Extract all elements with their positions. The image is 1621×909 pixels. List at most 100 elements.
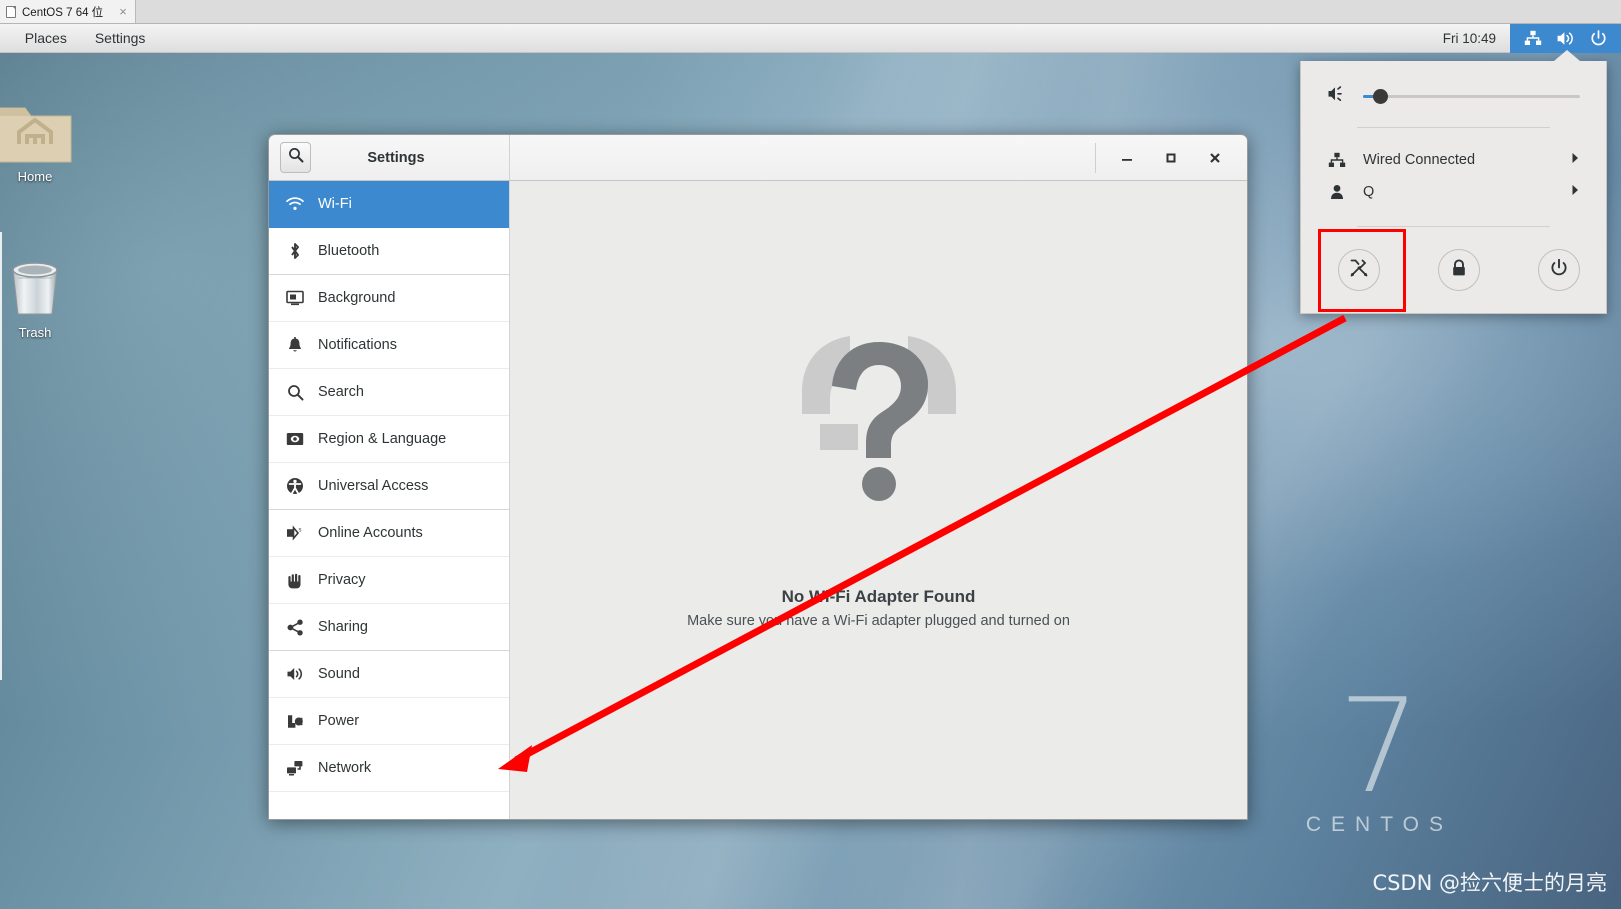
sidebar-item-label: Privacy — [318, 572, 366, 588]
activities-button[interactable]: ns — [0, 24, 11, 53]
menu-item-wired-connected[interactable]: Wired Connected — [1327, 144, 1580, 176]
svg-text:s: s — [299, 528, 302, 534]
chevron-right-icon[interactable] — [1571, 152, 1580, 168]
settings-body: Wi-Fi Bluetooth Background Notifications… — [269, 181, 1247, 819]
settings-titlebar[interactable]: Settings — [269, 135, 1247, 181]
user-icon — [1327, 184, 1347, 200]
region-language-icon — [285, 432, 305, 446]
bell-icon — [285, 336, 305, 354]
tools-settings-icon — [1349, 258, 1369, 283]
volume-icon[interactable] — [1327, 85, 1347, 108]
sidebar-item-label: Region & Language — [318, 431, 447, 447]
sidebar-item-notifications[interactable]: Notifications — [269, 322, 509, 369]
lock-screen-button[interactable] — [1438, 249, 1480, 291]
settings-shortcut-button[interactable] — [1338, 249, 1380, 291]
accessibility-icon — [285, 477, 305, 495]
menu-item-label: Q — [1363, 184, 1375, 200]
chevron-right-icon[interactable] — [1571, 184, 1580, 200]
menu-item-label: Wired Connected — [1363, 152, 1476, 168]
power-off-button[interactable] — [1538, 249, 1580, 291]
sidebar-item-label: Universal Access — [318, 478, 429, 494]
volume-slider-handle[interactable] — [1373, 88, 1388, 104]
desktop-icon-home[interactable]: Home — [0, 92, 78, 184]
desktop-icon-trash[interactable]: Trash — [0, 248, 78, 340]
settings-titlebar-left: Settings — [269, 135, 510, 180]
clock[interactable]: Fri 10:49 — [1429, 31, 1510, 46]
status-menu-pointer — [1554, 50, 1580, 61]
search-icon — [288, 147, 304, 168]
lock-icon — [1451, 258, 1467, 282]
sidebar-item-network[interactable]: Network — [269, 745, 509, 792]
settings-window-title: Settings — [367, 149, 425, 166]
status-area-button[interactable] — [1510, 23, 1621, 53]
sidebar-item-universal-access[interactable]: Universal Access — [269, 463, 509, 510]
power-icon — [1590, 29, 1607, 47]
sidebar-item-online-accounts[interactable]: s Online Accounts — [269, 510, 509, 557]
no-wifi-adapter-placeholder: No Wi-Fi Adapter Found Make sure you hav… — [687, 332, 1070, 629]
sound-icon — [285, 666, 305, 682]
document-icon — [6, 5, 16, 18]
sidebar-item-label: Background — [318, 290, 396, 306]
home-folder-icon — [0, 92, 78, 166]
menu-item-user[interactable]: Q — [1327, 176, 1580, 208]
question-mark-icon — [687, 332, 1070, 509]
network-icon — [285, 760, 305, 776]
settings-sidebar[interactable]: Wi-Fi Bluetooth Background Notifications… — [269, 181, 510, 819]
power-icon — [1550, 258, 1568, 282]
sidebar-item-search[interactable]: Search — [269, 369, 509, 416]
volume-row[interactable] — [1327, 83, 1580, 109]
hand-privacy-icon — [285, 572, 305, 589]
sidebar-item-power[interactable]: Power — [269, 698, 509, 745]
sidebar-item-privacy[interactable]: Privacy — [269, 557, 509, 604]
network-wired-icon — [1327, 152, 1347, 168]
volume-slider[interactable] — [1363, 88, 1580, 104]
volume-slider-track — [1363, 94, 1580, 98]
sidebar-item-sharing[interactable]: Sharing — [269, 604, 509, 651]
desktop-icon-label: Trash — [18, 325, 52, 340]
network-wired-icon — [1524, 30, 1542, 46]
gnome-top-bar[interactable]: ns Places Settings Fri 10:49 — [0, 23, 1621, 53]
sidebar-item-sound[interactable]: Sound — [269, 651, 509, 698]
close-button[interactable] — [1193, 135, 1237, 181]
system-status-menu[interactable]: Wired Connected Q — [1300, 61, 1607, 314]
bluetooth-icon — [285, 242, 305, 260]
close-icon[interactable]: × — [109, 5, 127, 18]
sidebar-item-background[interactable]: Background — [269, 275, 509, 322]
desktop-icon-label: Home — [17, 169, 53, 184]
sidebar-item-label: Power — [318, 713, 360, 729]
vm-tab-bar[interactable]: CentOS 7 64 位 × — [0, 0, 1621, 24]
sidebar-item-region-language[interactable]: Region & Language — [269, 416, 509, 463]
settings-content-panel: No Wi-Fi Adapter Found Make sure you hav… — [510, 181, 1247, 819]
menu-action-buttons — [1327, 243, 1580, 291]
menu-divider — [1357, 127, 1550, 128]
app-menu[interactable]: Settings — [81, 24, 160, 53]
vm-tab-title: CentOS 7 64 位 — [22, 6, 104, 19]
menu-divider — [1357, 226, 1550, 227]
sidebar-item-label: Sharing — [318, 619, 368, 635]
vm-tab[interactable]: CentOS 7 64 位 × — [0, 0, 136, 23]
settings-titlebar-right — [510, 135, 1247, 180]
share-icon — [285, 619, 305, 636]
sidebar-item-bluetooth[interactable]: Bluetooth — [269, 228, 509, 275]
no-wifi-headline: No Wi-Fi Adapter Found — [781, 586, 976, 606]
places-menu[interactable]: Places — [11, 24, 81, 53]
selection-rectangle-fragment — [0, 232, 2, 680]
settings-window[interactable]: Settings Wi-Fi Bluetooth Background Noti… — [268, 134, 1248, 820]
maximize-button[interactable] — [1149, 135, 1193, 181]
trash-icon — [0, 248, 78, 322]
sidebar-item-label: Search — [318, 384, 364, 400]
sidebar-item-label: Notifications — [318, 337, 397, 353]
background-icon — [285, 290, 305, 306]
search-button[interactable] — [280, 142, 311, 173]
sidebar-item-label: Wi-Fi — [318, 196, 352, 212]
sidebar-item-label: Network — [318, 760, 372, 776]
online-accounts-icon: s — [285, 525, 305, 541]
search-icon — [285, 384, 305, 401]
wifi-icon — [285, 197, 305, 211]
sidebar-item-label: Bluetooth — [318, 243, 380, 259]
sidebar-item-wifi[interactable]: Wi-Fi — [269, 181, 509, 228]
minimize-button[interactable] — [1105, 135, 1149, 181]
titlebar-divider — [1095, 143, 1096, 173]
sidebar-item-label: Sound — [318, 666, 360, 682]
volume-icon — [1556, 30, 1576, 47]
